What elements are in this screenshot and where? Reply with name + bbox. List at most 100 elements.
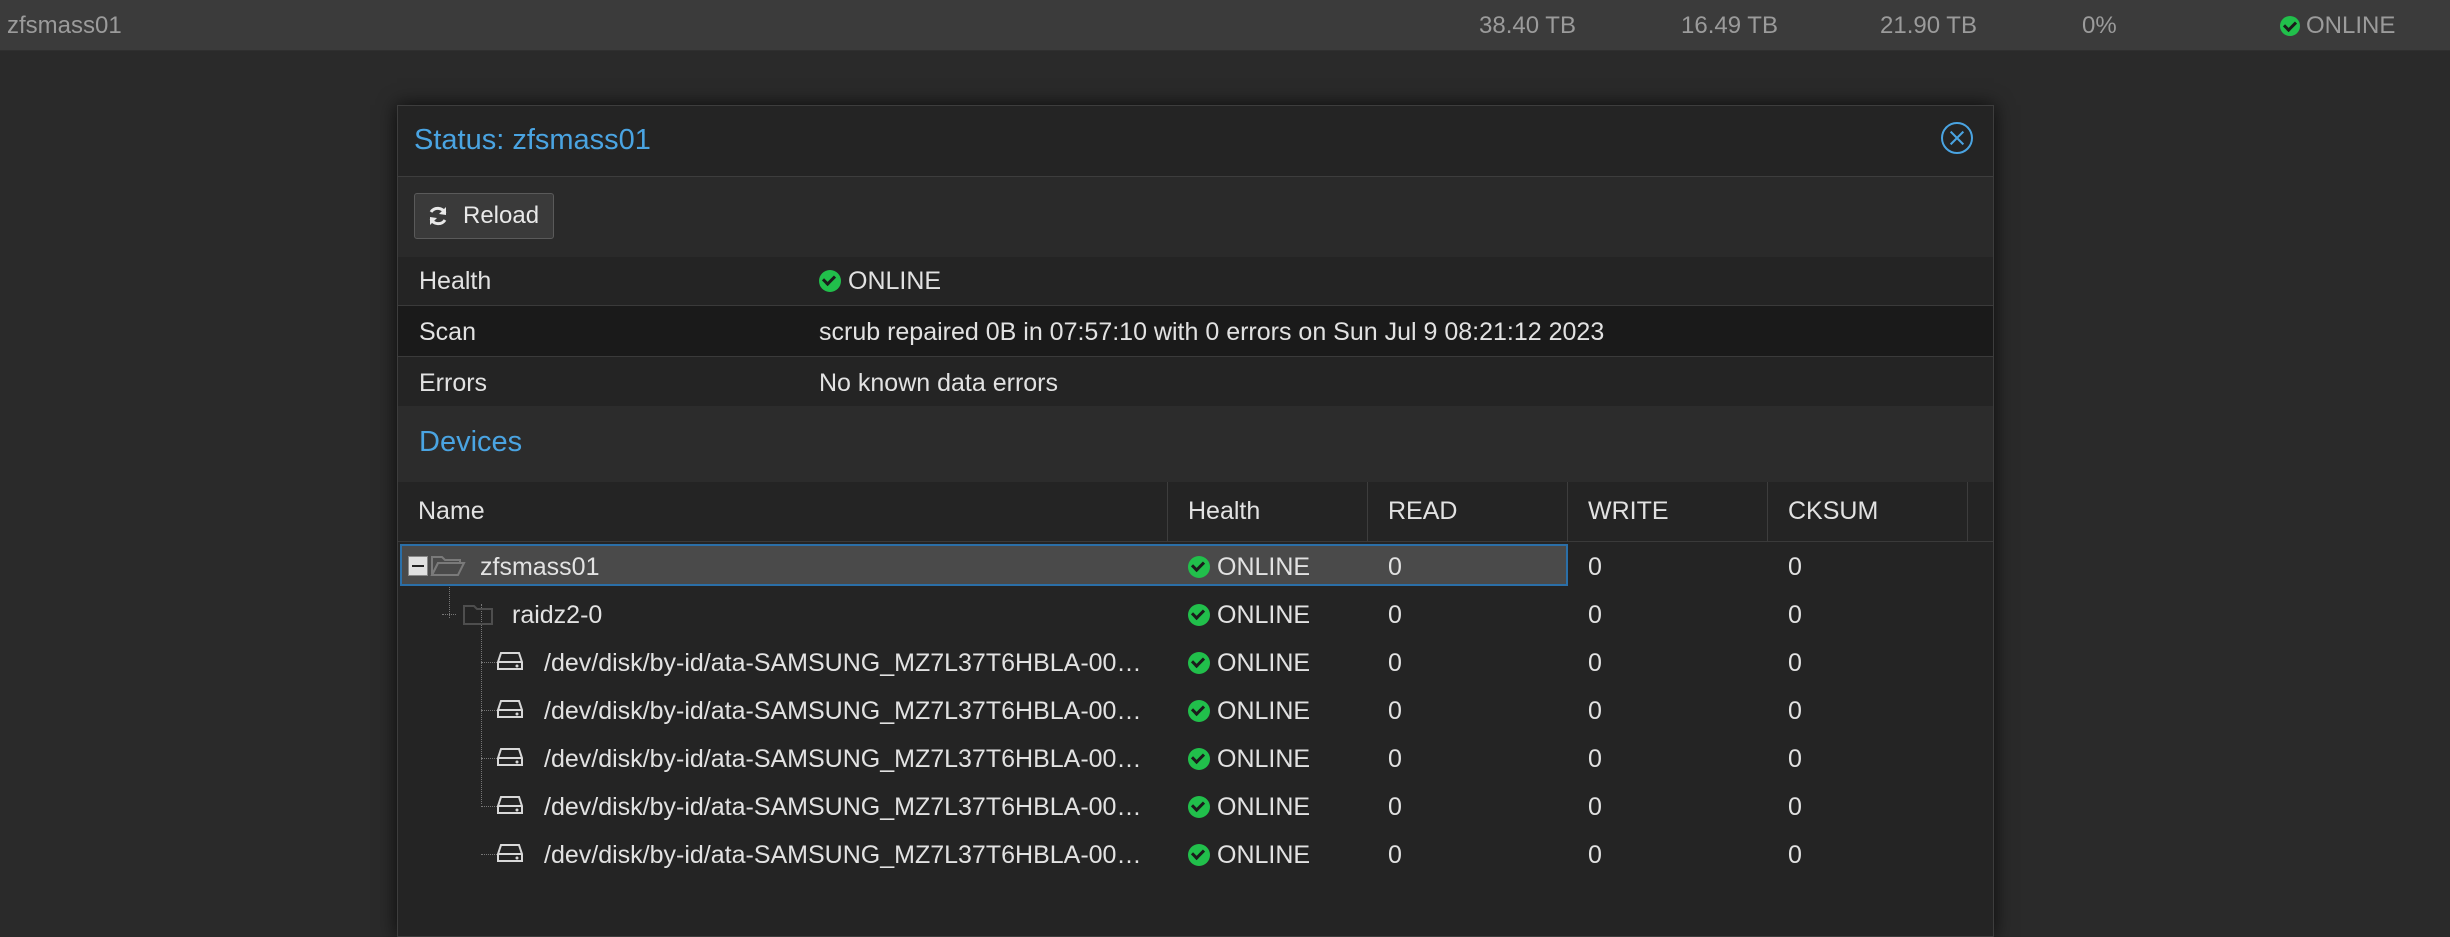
device-write: 0 bbox=[1588, 553, 1602, 581]
reload-label: Reload bbox=[463, 202, 540, 229]
device-health-label: ONLINE bbox=[1217, 553, 1311, 581]
pool-used: 16.49 TB bbox=[1681, 12, 1778, 39]
property-key: Errors bbox=[419, 369, 488, 397]
device-health-label: ONLINE bbox=[1217, 649, 1311, 677]
check-circle-icon bbox=[819, 270, 841, 292]
tree-row-disk[interactable]: /dev/disk/by-id/ata-SAMSUNG_MZ7L37T6HBLA… bbox=[398, 734, 1993, 782]
device-read: 0 bbox=[1388, 649, 1402, 677]
device-cksum: 0 bbox=[1788, 553, 1802, 581]
pool-frag: 0% bbox=[2082, 12, 2117, 39]
tree-row-disk[interactable]: /dev/disk/by-id/ata-SAMSUNG_MZ7L37T6HBLA… bbox=[398, 686, 1993, 734]
devices-panel-header: Devices bbox=[398, 406, 1993, 482]
device-read: 0 bbox=[1388, 601, 1402, 629]
device-write: 0 bbox=[1588, 841, 1602, 869]
close-icon[interactable] bbox=[1941, 122, 1973, 154]
pool-health: ONLINE bbox=[2280, 12, 2395, 40]
device-name: zfsmass01 bbox=[480, 553, 600, 581]
device-health: ONLINE bbox=[1188, 553, 1310, 582]
tree-row-pool[interactable]: zfsmass01 ONLINE 0 0 0 bbox=[398, 542, 1993, 590]
devices-grid-header: Name Health READ WRITE CKSUM bbox=[398, 482, 1993, 542]
property-row-health: Health ONLINE bbox=[398, 255, 1993, 306]
property-value: scrub repaired 0B in 07:57:10 with 0 err… bbox=[819, 318, 1605, 346]
device-write: 0 bbox=[1588, 697, 1602, 725]
property-key: Health bbox=[419, 267, 492, 295]
device-cksum: 0 bbox=[1788, 601, 1802, 629]
device-health: ONLINE bbox=[1188, 841, 1310, 870]
column-header-read[interactable]: READ bbox=[1368, 482, 1568, 541]
device-health-label: ONLINE bbox=[1217, 697, 1311, 725]
device-name: /dev/disk/by-id/ata-SAMSUNG_MZ7L37T6HBLA… bbox=[544, 841, 1142, 869]
device-health: ONLINE bbox=[1188, 745, 1310, 774]
collapse-icon[interactable] bbox=[408, 556, 428, 576]
window-header[interactable]: Status: zfsmass01 bbox=[398, 106, 1993, 176]
column-header-write[interactable]: WRITE bbox=[1568, 482, 1768, 541]
device-cksum: 0 bbox=[1788, 649, 1802, 677]
check-circle-icon bbox=[1188, 700, 1210, 722]
property-key: Scan bbox=[419, 318, 476, 346]
property-row-scan: Scan scrub repaired 0B in 07:57:10 with … bbox=[398, 306, 1993, 357]
check-circle-icon bbox=[1188, 844, 1210, 866]
hard-drive-icon bbox=[497, 796, 523, 814]
status-window: Status: zfsmass01 Reload Health ONLINE S… bbox=[397, 105, 1994, 937]
pool-list-row[interactable]: zfsmass01 38.40 TB 16.49 TB 21.90 TB 0% … bbox=[0, 0, 2450, 51]
device-health: ONLINE bbox=[1188, 793, 1310, 822]
status-properties: Health ONLINE Scan scrub repaired 0B in … bbox=[398, 255, 1993, 408]
check-circle-icon bbox=[1188, 652, 1210, 674]
check-circle-icon bbox=[1188, 556, 1210, 578]
check-circle-icon bbox=[1188, 796, 1210, 818]
device-health-label: ONLINE bbox=[1217, 841, 1311, 869]
check-circle-icon bbox=[1188, 604, 1210, 626]
property-value: ONLINE bbox=[819, 267, 941, 296]
column-header-health[interactable]: Health bbox=[1168, 482, 1368, 541]
device-read: 0 bbox=[1388, 841, 1402, 869]
column-header-name[interactable]: Name bbox=[398, 482, 1168, 541]
reload-button[interactable]: Reload bbox=[414, 193, 554, 239]
device-write: 0 bbox=[1588, 793, 1602, 821]
device-cksum: 0 bbox=[1788, 793, 1802, 821]
devices-title: Devices bbox=[419, 426, 523, 458]
device-name: raidz2-0 bbox=[512, 601, 603, 629]
device-health: ONLINE bbox=[1188, 601, 1310, 630]
device-health: ONLINE bbox=[1188, 697, 1310, 726]
pool-size: 38.40 TB bbox=[1479, 12, 1576, 39]
device-write: 0 bbox=[1588, 745, 1602, 773]
pool-name: zfsmass01 bbox=[7, 12, 122, 39]
device-read: 0 bbox=[1388, 553, 1402, 581]
device-cksum: 0 bbox=[1788, 745, 1802, 773]
property-row-errors: Errors No known data errors bbox=[398, 357, 1993, 408]
hard-drive-icon bbox=[497, 652, 523, 670]
device-name: /dev/disk/by-id/ata-SAMSUNG_MZ7L37T6HBLA… bbox=[544, 745, 1142, 773]
health-status-label: ONLINE bbox=[848, 267, 942, 295]
tree-row-disk[interactable]: /dev/disk/by-id/ata-SAMSUNG_MZ7L37T6HBLA… bbox=[398, 830, 1993, 878]
check-circle-icon bbox=[1188, 748, 1210, 770]
pool-health-label: ONLINE bbox=[2306, 12, 2396, 39]
tree-row-vdev[interactable]: raidz2-0 ONLINE 0 0 0 bbox=[398, 590, 1993, 638]
column-header-cksum[interactable]: CKSUM bbox=[1768, 482, 1968, 541]
hard-drive-icon bbox=[497, 748, 523, 766]
hard-drive-icon bbox=[497, 700, 523, 718]
pool-free: 21.90 TB bbox=[1880, 12, 1977, 39]
device-cksum: 0 bbox=[1788, 841, 1802, 869]
toolbar: Reload bbox=[398, 176, 1993, 257]
device-health-label: ONLINE bbox=[1217, 745, 1311, 773]
device-health-label: ONLINE bbox=[1217, 601, 1311, 629]
device-name: /dev/disk/by-id/ata-SAMSUNG_MZ7L37T6HBLA… bbox=[544, 649, 1142, 677]
check-circle-icon bbox=[2280, 16, 2300, 36]
device-name: /dev/disk/by-id/ata-SAMSUNG_MZ7L37T6HBLA… bbox=[544, 793, 1142, 821]
device-cksum: 0 bbox=[1788, 697, 1802, 725]
device-write: 0 bbox=[1588, 601, 1602, 629]
device-read: 0 bbox=[1388, 745, 1402, 773]
property-value: No known data errors bbox=[819, 369, 1059, 397]
tree-row-disk[interactable]: /dev/disk/by-id/ata-SAMSUNG_MZ7L37T6HBLA… bbox=[398, 638, 1993, 686]
device-name: /dev/disk/by-id/ata-SAMSUNG_MZ7L37T6HBLA… bbox=[544, 697, 1142, 725]
device-write: 0 bbox=[1588, 649, 1602, 677]
refresh-icon bbox=[429, 206, 447, 226]
folder-icon bbox=[463, 605, 493, 625]
device-read: 0 bbox=[1388, 793, 1402, 821]
folder-open-icon bbox=[430, 556, 466, 576]
window-title: Status: zfsmass01 bbox=[414, 124, 651, 156]
device-health: ONLINE bbox=[1188, 649, 1310, 678]
tree-row-disk[interactable]: /dev/disk/by-id/ata-SAMSUNG_MZ7L37T6HBLA… bbox=[398, 782, 1993, 830]
tree-connector bbox=[442, 614, 456, 615]
hard-drive-icon bbox=[497, 844, 523, 862]
